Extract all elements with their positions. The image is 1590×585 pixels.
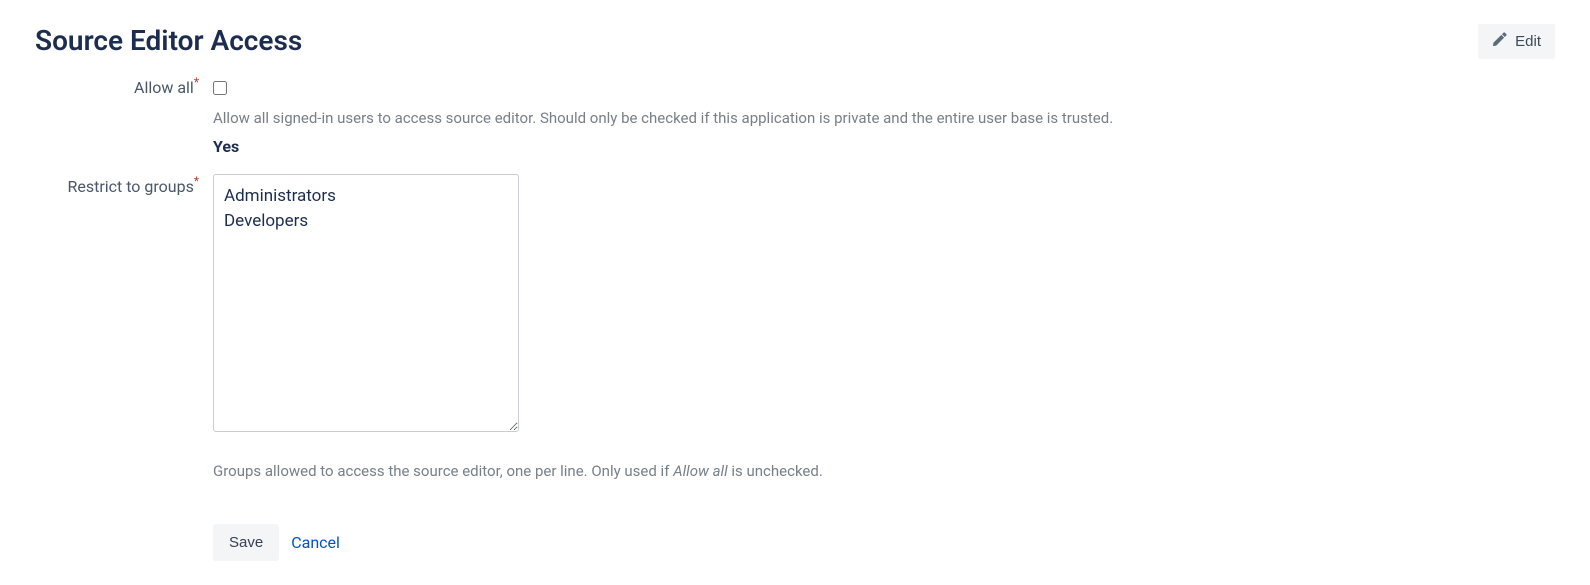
restrict-groups-label: Restrict to groups bbox=[67, 177, 193, 196]
required-indicator: * bbox=[194, 174, 199, 188]
allow-all-checkbox[interactable] bbox=[213, 81, 227, 95]
allow-all-label: Allow all bbox=[134, 78, 194, 97]
edit-button[interactable]: Edit bbox=[1478, 24, 1555, 59]
pencil-icon bbox=[1492, 32, 1507, 51]
help-prefix: Groups allowed to access the source edit… bbox=[213, 462, 673, 480]
required-indicator: * bbox=[194, 75, 199, 89]
help-em: Allow all bbox=[673, 462, 727, 480]
cancel-link[interactable]: Cancel bbox=[291, 533, 340, 552]
restrict-groups-textarea[interactable] bbox=[213, 174, 519, 432]
allow-all-value: Yes bbox=[213, 137, 1173, 156]
page-title: Source Editor Access bbox=[35, 24, 302, 57]
save-button[interactable]: Save bbox=[213, 524, 279, 561]
help-suffix: is unchecked. bbox=[728, 462, 823, 480]
edit-button-label: Edit bbox=[1515, 33, 1541, 50]
allow-all-help-text: Allow all signed-in users to access sour… bbox=[213, 109, 1173, 127]
restrict-groups-help-text: Groups allowed to access the source edit… bbox=[213, 462, 1173, 480]
